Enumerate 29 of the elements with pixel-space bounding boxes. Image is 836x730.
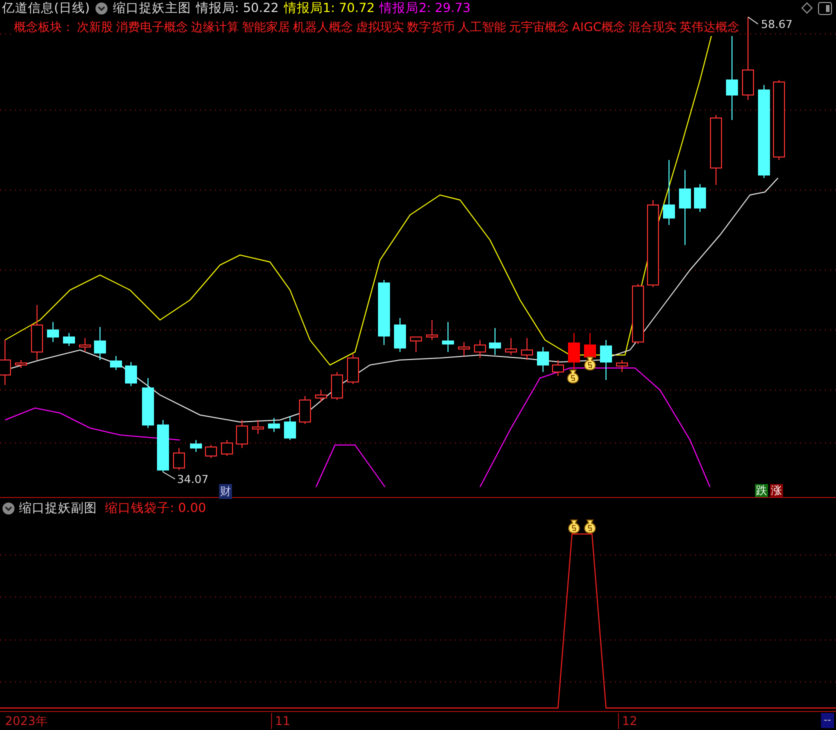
concept-tag: 机器人概念 (293, 19, 353, 36)
concept-label: 概念板块： (14, 19, 74, 36)
axis-label: 2023年 (4, 713, 48, 729)
concept-tag: 次新股 (77, 19, 113, 36)
price-label: 58.67 (761, 18, 792, 31)
axis-label: 11 (271, 713, 290, 729)
indicator-name: 缩口捉妖副图 (19, 500, 97, 517)
concept-tag: 消费电子概念 (116, 19, 188, 36)
indicator-readout: 情报局2: 29.73 (380, 0, 471, 16)
indicator-readout: 缩口钱袋子: 0.00 (105, 500, 206, 517)
concept-tag: AIGC概念 (572, 19, 626, 36)
concept-tag: 元宇宙概念 (509, 19, 569, 36)
concept-tag: 数字货币 (407, 19, 455, 36)
concept-tag: 混合现实 (628, 19, 676, 36)
stock-title: 亿道信息(日线) (2, 0, 90, 16)
corner-button[interactable]: -- (820, 713, 834, 728)
concept-tag: 人工智能 (458, 19, 506, 36)
finance-marker[interactable]: 财 (219, 484, 232, 499)
concept-tag: 边缘计算 (191, 19, 239, 36)
concept-tag: 虚拟现实 (356, 19, 404, 36)
concept-tag: 智能家居 (242, 19, 290, 36)
indicator-name: 缩口捉妖主图 (112, 0, 191, 16)
concept-tag: 英伟达概念 (679, 19, 740, 36)
limit-badge: 跌 (755, 484, 768, 497)
indicator-readout: 情报局: 50.22 (196, 0, 279, 16)
limit-badge: 涨 (770, 484, 783, 497)
price-label: 34.07 (177, 473, 208, 486)
indicator-readout: 情报局1: 70.72 (284, 0, 375, 16)
axis-label: 12 (618, 713, 638, 729)
